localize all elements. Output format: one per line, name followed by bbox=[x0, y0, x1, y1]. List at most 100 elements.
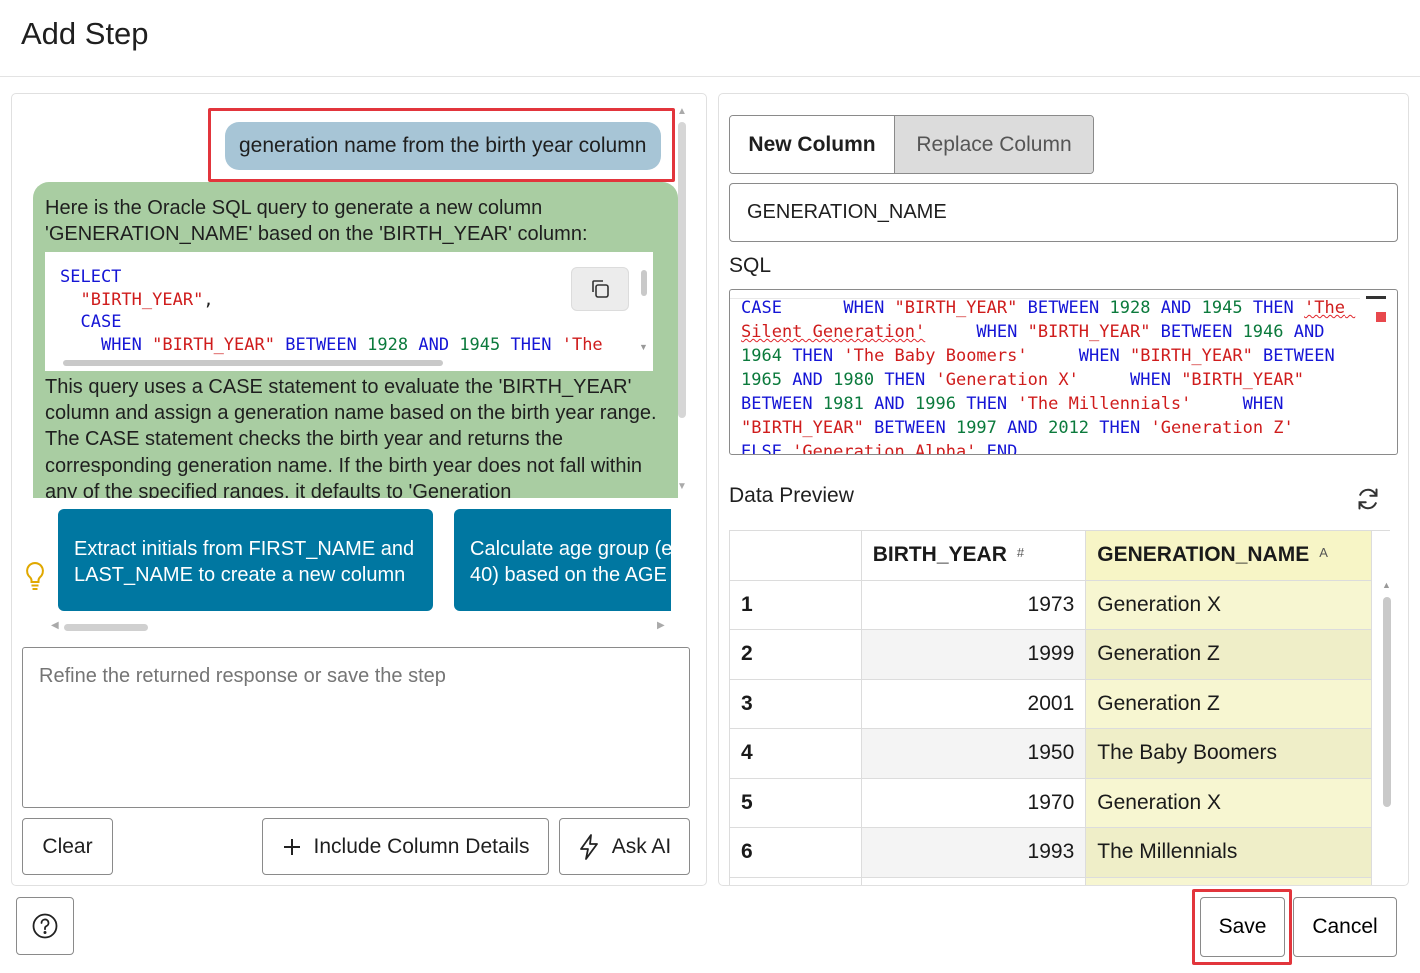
generation-name-cell[interactable]: Generation Z bbox=[1085, 629, 1372, 680]
code-token: "BIRTH_YEAR" bbox=[152, 334, 275, 355]
column-name-field[interactable]: GENERATION_NAME bbox=[729, 183, 1398, 242]
grid-scroll-up-icon[interactable]: ▲ bbox=[1382, 580, 1391, 590]
overview-ruler bbox=[1366, 296, 1386, 299]
sql-token: ELSE bbox=[741, 442, 793, 455]
row-number-cell[interactable]: 6 bbox=[730, 827, 862, 878]
row-number-cell[interactable]: 4 bbox=[730, 728, 862, 779]
column-mode-toggle: New Column Replace Column bbox=[729, 115, 1094, 174]
number-type-icon: # bbox=[1016, 545, 1025, 561]
code-token: 'The bbox=[561, 334, 603, 355]
sql-token: 1981 bbox=[822, 394, 875, 414]
data-preview-grid[interactable]: BIRTH_YEAR # GENERATION_NAME A 1 1973 Genera… bbox=[729, 530, 1372, 885]
column-header-birth-year[interactable]: BIRTH_YEAR # bbox=[861, 531, 1087, 581]
help-icon bbox=[32, 913, 58, 939]
row-number-cell[interactable]: 3 bbox=[730, 679, 862, 729]
sql-token: AND bbox=[1160, 298, 1202, 318]
scroll-right-icon[interactable]: ▶ bbox=[657, 620, 665, 631]
chat-scroll-down-icon[interactable]: ▼ bbox=[677, 481, 687, 492]
error-marker[interactable] bbox=[1376, 312, 1386, 322]
sql-token: THEN bbox=[966, 394, 1018, 414]
code-token: 1928 bbox=[367, 334, 409, 355]
copy-code-button[interactable] bbox=[571, 267, 629, 311]
grid-vertical-scrollbar[interactable] bbox=[1383, 597, 1391, 807]
column-header-generation-name[interactable]: GENERATION_NAME A bbox=[1085, 531, 1372, 581]
suggestion-chip[interactable]: Extract initials from FIRST_NAME and LAS… bbox=[58, 509, 433, 611]
chat-scroll-up-icon[interactable]: ▲ bbox=[677, 106, 687, 117]
sql-token: 1946 bbox=[1242, 322, 1294, 342]
save-button[interactable]: Save bbox=[1200, 897, 1285, 957]
sql-token: 1997 bbox=[955, 418, 1008, 438]
ai-response-intro: Here is the Oracle SQL query to generate… bbox=[45, 197, 588, 245]
table-row[interactable]: 7 bbox=[730, 877, 1372, 885]
lightbulb-icon bbox=[26, 561, 44, 590]
birth-year-cell[interactable]: 1993 bbox=[861, 827, 1087, 878]
sql-token: CASE bbox=[741, 298, 844, 318]
sql-token: WHEN bbox=[1242, 394, 1294, 414]
scroll-left-icon[interactable]: ◀ bbox=[51, 620, 59, 631]
ask-ai-button[interactable]: Ask AI bbox=[559, 818, 690, 875]
sql-token: "BIRTH_YEAR" bbox=[1027, 322, 1161, 342]
include-column-details-button[interactable]: Include Column Details bbox=[262, 818, 549, 875]
sql-token: 1945 bbox=[1201, 298, 1253, 318]
table-row[interactable]: 3 2001 Generation Z bbox=[730, 679, 1372, 729]
sql-token: THEN bbox=[792, 346, 844, 366]
row-number-cell[interactable]: 2 bbox=[730, 629, 862, 680]
clear-button-label: Clear bbox=[42, 834, 93, 858]
sql-token: BETWEEN bbox=[1160, 322, 1243, 342]
birth-year-cell[interactable]: 1973 bbox=[861, 580, 1087, 630]
chat-history[interactable]: ▲ generation name from the birth year co… bbox=[12, 94, 706, 498]
suggestion-chip[interactable]: Calculate age group (e.g., 20-30, 31- 40… bbox=[454, 509, 671, 611]
birth-year-cell[interactable]: 1950 bbox=[861, 728, 1087, 779]
generation-name-cell[interactable]: The Baby Boomers bbox=[1085, 728, 1372, 779]
suggestions-scroller[interactable]: Extract initials from FIRST_NAME and LAS… bbox=[57, 509, 671, 611]
table-row[interactable]: 1 1973 Generation X bbox=[730, 580, 1372, 630]
sql-editor[interactable]: CASE WHEN "BIRTH_YEAR" BETWEEN 1928 AND … bbox=[729, 289, 1398, 455]
table-row[interactable]: 2 1999 Generation Z bbox=[730, 629, 1372, 680]
refresh-icon[interactable] bbox=[1355, 486, 1381, 512]
sql-token: WHEN bbox=[1078, 346, 1130, 366]
refine-input[interactable] bbox=[22, 647, 690, 808]
cancel-button[interactable]: Cancel bbox=[1293, 897, 1397, 957]
tab-replace-column[interactable]: Replace Column bbox=[895, 116, 1093, 173]
row-number-cell[interactable]: 5 bbox=[730, 778, 862, 828]
user-message: generation name from the birth year colu… bbox=[225, 122, 661, 170]
generation-name-cell[interactable] bbox=[1085, 877, 1372, 885]
suggestion-line: Extract initials from FIRST_NAME and bbox=[74, 538, 415, 560]
chat-vertical-scrollbar[interactable] bbox=[678, 122, 686, 418]
help-button[interactable] bbox=[16, 897, 74, 955]
suggestion-line: Calculate age group (e.g., 20-30, 31- bbox=[470, 538, 671, 560]
code-token: WHEN bbox=[100, 334, 142, 355]
birth-year-cell[interactable] bbox=[861, 877, 1087, 885]
sql-token: "BIRTH_YEAR" bbox=[741, 418, 875, 438]
code-vertical-scrollbar[interactable] bbox=[641, 270, 647, 296]
generation-name-cell[interactable]: Generation X bbox=[1085, 580, 1372, 630]
table-row[interactable]: 5 1970 Generation X bbox=[730, 778, 1372, 828]
birth-year-cell[interactable]: 2001 bbox=[861, 679, 1087, 729]
row-number-cell[interactable]: 7 bbox=[730, 877, 862, 885]
code-horizontal-scrollbar[interactable] bbox=[63, 360, 443, 366]
code-token: THEN bbox=[510, 334, 552, 355]
sql-token: END bbox=[986, 442, 1018, 455]
code-scroll-down-icon[interactable]: ▼ bbox=[639, 342, 648, 352]
sql-code-block[interactable]: SELECT "BIRTH_YEAR", CASE WHEN "BIRTH_YE… bbox=[45, 252, 653, 371]
generation-name-cell[interactable]: Generation Z bbox=[1085, 679, 1372, 729]
generation-name-cell[interactable]: The Millennials bbox=[1085, 827, 1372, 878]
sql-token: BETWEEN bbox=[874, 418, 956, 438]
table-row[interactable]: 4 1950 The Baby Boomers bbox=[730, 728, 1372, 779]
birth-year-cell[interactable]: 1999 bbox=[861, 629, 1087, 680]
birth-year-cell[interactable]: 1970 bbox=[861, 778, 1087, 828]
sql-token: AND bbox=[792, 370, 834, 390]
row-number-cell[interactable]: 1 bbox=[730, 580, 862, 630]
plus-icon bbox=[283, 838, 300, 855]
clear-button[interactable]: Clear bbox=[22, 818, 113, 875]
table-row[interactable]: 6 1993 The Millennials bbox=[730, 827, 1372, 878]
sql-token: 2012 bbox=[1048, 418, 1100, 438]
tab-new-column[interactable]: New Column bbox=[730, 116, 895, 173]
suggestions-horizontal-scrollbar[interactable] bbox=[64, 624, 148, 631]
suggestions-row: Extract initials from FIRST_NAME and LAS… bbox=[12, 507, 706, 637]
suggestion-line: 40) based on the AGE column bbox=[470, 564, 671, 586]
generation-name-cell[interactable]: Generation X bbox=[1085, 778, 1372, 828]
